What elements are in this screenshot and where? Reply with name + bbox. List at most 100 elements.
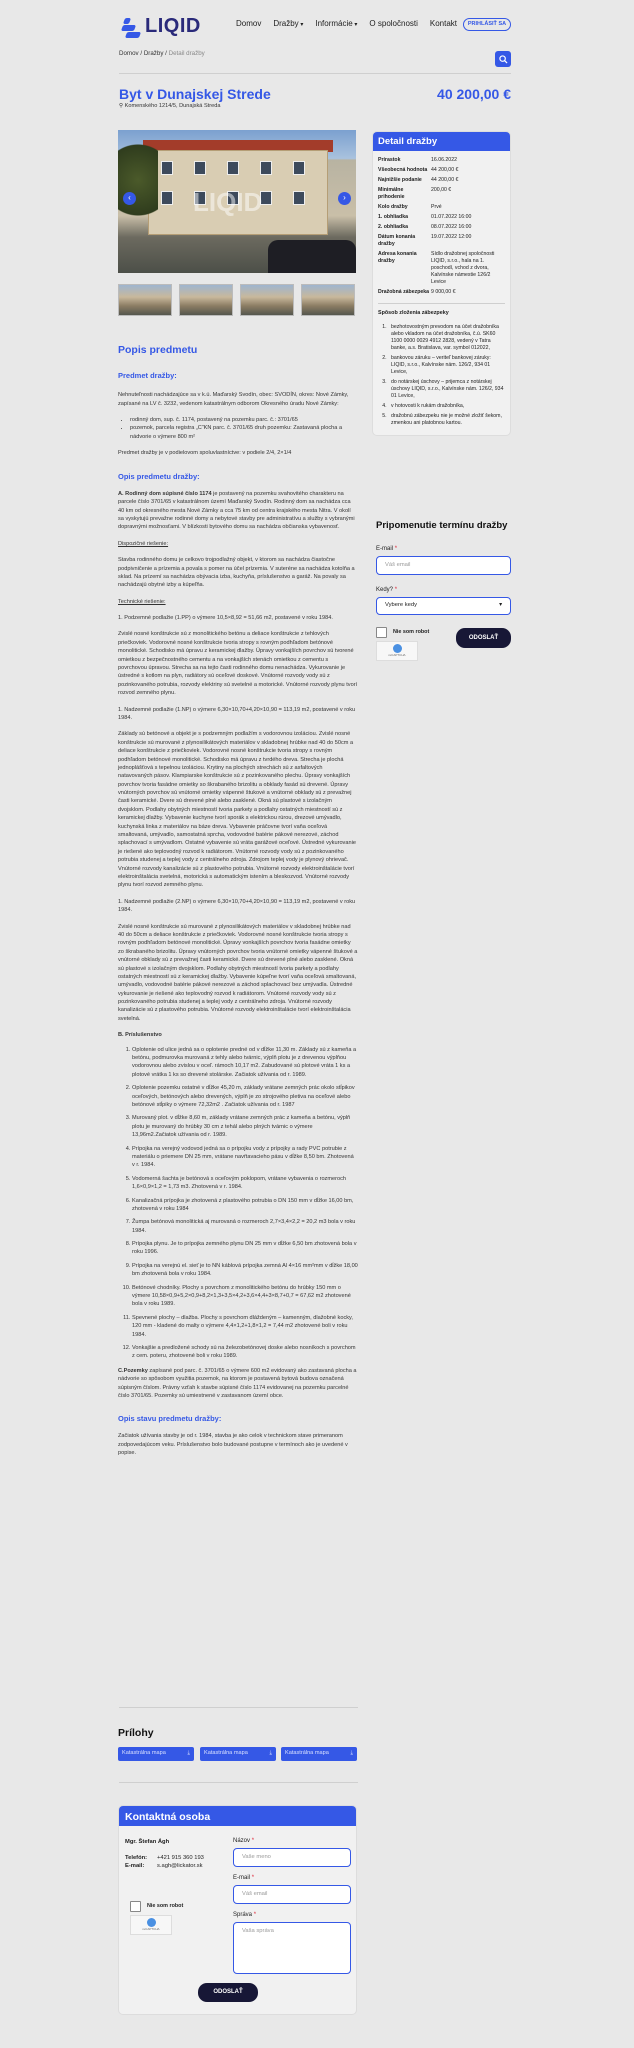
search-icon: [498, 54, 508, 64]
address-text: Komenského 1214/5, Dunajská Streda: [124, 103, 221, 109]
detail-value: 16.06.2022: [431, 156, 457, 163]
divider: [119, 1707, 358, 1708]
recaptcha-icon: [146, 1918, 156, 1928]
prev-photo-button[interactable]: ‹: [123, 192, 136, 205]
thumbnail[interactable]: [118, 284, 172, 316]
attachment-button[interactable]: Katastrálna mapa ⤓: [118, 1747, 194, 1761]
detail-row: Dražobná zábezpeka 9 000,00 €: [373, 287, 510, 297]
main-nav: Domov Dražby Informácie O spoločnosti Ko…: [236, 19, 457, 30]
paragraph: Zvislé nosné konštrukcie sú z monolitick…: [118, 631, 358, 697]
list-item: Prípojka na verejnú el. sieť je to NN ká…: [132, 1262, 358, 1279]
captcha-checkbox[interactable]: Nie som robot: [130, 1901, 188, 1912]
nav-item-informacie[interactable]: Informácie: [315, 19, 357, 30]
detail-key: Všeobecná hodnota: [378, 166, 428, 173]
price: 40 200,00 €: [437, 86, 511, 102]
page-title: Byt v Dunajskej Strede: [119, 86, 271, 102]
detail-value: 44 200,00 €: [431, 176, 459, 183]
logo-icon: [120, 16, 142, 38]
paragraph: Základy sú betónové a objekt je s podzem…: [118, 731, 356, 889]
contact-message-input[interactable]: Vaša správa: [233, 1922, 351, 1975]
paragraph: C.Pozemky zapísané pod parc. č. 3701/65 …: [118, 1367, 357, 1399]
attachment-button[interactable]: Katastrálna mapa ⤓: [200, 1747, 276, 1761]
captcha-checkbox[interactable]: Nie som robot: [376, 627, 434, 638]
paragraph: 1. Nadzemné podlažie (2.NP) o výmere 6,3…: [118, 898, 356, 914]
detail-row: Prírastok 16.06.2022: [373, 155, 510, 165]
description-section: Popis predmetu Predmet dražby: Nehnuteľn…: [118, 343, 358, 1458]
detail-row: Najnižšie podanie 44 200,00 €: [373, 175, 510, 185]
download-icon: ⤓: [187, 1750, 190, 1757]
contact-info: Mgr. Štefan Ágh Telefón: +421 915 360 193…: [125, 1839, 204, 1871]
divider: [119, 73, 511, 74]
login-button[interactable]: PRIHLÁSIŤ SA: [463, 18, 511, 31]
paragraph: Predmet dražby je v podielovom spoluvlas…: [118, 450, 292, 457]
list-item: Vonkajšie a predložené schody sú na žele…: [132, 1344, 358, 1361]
message-label: Správa *: [233, 1912, 257, 1919]
list-item: rodinný dom, sup. č. 1174, postavený na …: [130, 416, 358, 424]
nav-item-kontakt[interactable]: Kontakt: [430, 19, 457, 30]
list-item: Kanalizačná prípojka je zhotovená z plas…: [132, 1197, 358, 1214]
contact-email-input[interactable]: Váš email: [233, 1885, 351, 1905]
contact-card: Kontaktná osoba Mgr. Štefan Ágh Telefón:…: [118, 1805, 357, 2015]
divider: [119, 1782, 358, 1783]
logo[interactable]: LIQID: [120, 13, 201, 40]
reminder-email-input[interactable]: Váš email: [376, 555, 511, 575]
detail-value: Sídlo dražobnej spoločnosti LIQID, s.r.o…: [431, 250, 495, 285]
list-item: Prípojka na verejný vodovod jedná sa o p…: [132, 1145, 358, 1170]
payment-item: bezhotovostným prevodom na účet dražobní…: [388, 324, 505, 352]
address: ⚲ Komenského 1214/5, Dunajská Streda: [119, 103, 220, 111]
download-icon: ⤓: [350, 1750, 353, 1757]
panel-title: Detail dražby: [373, 132, 510, 151]
detail-key: Dátum konania dražby: [378, 233, 416, 247]
payment-item: v hotovosti k rukám dražobníka,: [388, 403, 505, 410]
when-select[interactable]: Vybere kedy ▾: [376, 597, 511, 615]
detail-row: Všeobecná hodnota 44 200,00 €: [373, 165, 510, 175]
detail-value: 08.07.2022 16:00: [431, 223, 472, 230]
thumbnail[interactable]: [301, 284, 355, 316]
attachment-button[interactable]: Katastrálna mapa ⤓: [281, 1747, 357, 1761]
paragraph: Začiatok užívania stavby je od r. 1984, …: [118, 1433, 348, 1457]
contact-email[interactable]: s.agh@lickator.sk: [157, 1863, 203, 1871]
nav-item-domov[interactable]: Domov: [236, 19, 261, 30]
search-button[interactable]: [495, 51, 511, 67]
paragraph: Zvislé nosné konštrukcie sú murované z p…: [118, 923, 358, 1022]
breadcrumb-auctions[interactable]: Dražby: [144, 50, 164, 57]
header: LIQID Domov Dražby Informácie O spoločno…: [0, 0, 634, 48]
email-label: E-mail *: [376, 545, 398, 552]
contact-submit-button[interactable]: ODOSLAŤ: [198, 1983, 258, 2002]
list-item: Oplotenie od ulice jedná sa o oplotenie …: [132, 1046, 358, 1080]
detail-key: Najnižšie podanie: [378, 176, 422, 183]
recaptcha-badge: reCAPTCHA: [130, 1915, 172, 1935]
contact-form: Názov * Vaše meno E-mail * Váš email Spr…: [233, 1837, 351, 1985]
detail-value: 01.07.2022 16:00: [431, 213, 472, 220]
next-photo-button[interactable]: ›: [338, 192, 351, 205]
main-photo[interactable]: LIQID ‹ ›: [118, 130, 356, 273]
breadcrumb-current: Detail dražby: [168, 50, 205, 57]
paragraph: 1. Nadzemné podlažie (1.NP) o výmere 6,3…: [118, 706, 356, 721]
thumbnail[interactable]: [240, 284, 294, 316]
contact-name: Mgr. Štefan Ágh: [125, 1839, 170, 1845]
download-icon: ⤓: [269, 1750, 272, 1757]
detail-key: Dražobná zábezpeka: [378, 288, 430, 295]
contact-phone[interactable]: +421 915 360 193: [157, 1855, 204, 1863]
detail-value: 9 000,00 €: [431, 288, 456, 295]
contact-name-input[interactable]: Vaše meno: [233, 1848, 351, 1868]
nav-item-o-spolocnosti[interactable]: O spoločnosti: [369, 19, 417, 30]
thumbnail[interactable]: [179, 284, 233, 316]
breadcrumb-home[interactable]: Domov: [119, 50, 139, 57]
reminder-submit-button[interactable]: ODOSLAŤ: [456, 628, 511, 648]
detail-row: 2. obhliadka 08.07.2022 16:00: [373, 222, 510, 232]
recaptcha-badge: reCAPTCHA: [376, 641, 418, 661]
paragraph: 1. Podzemné podlažie (1.PP) o výmere 10,…: [118, 615, 333, 622]
email-label: E-mail *: [233, 1875, 255, 1882]
list-item: Prípojka plynu. Je to prípojka zemného p…: [132, 1240, 358, 1257]
list-item: Spevnené plochy – dlažba. Plochy s povrc…: [132, 1314, 358, 1339]
detail-key: 1. obhliadka: [378, 213, 408, 220]
captcha: Nie som robot reCAPTCHA: [376, 627, 434, 677]
accessories-list: Oplotenie od ulice jedná sa o oplotenie …: [118, 1046, 358, 1361]
subsection-heading: Predmet dražby:: [118, 371, 177, 381]
breadcrumb: Domov / Dražby / Detail dražby: [119, 50, 205, 58]
reminder-title: Pripomenutie termínu dražby: [376, 520, 508, 531]
chevron-down-icon: ▾: [499, 602, 502, 609]
chevron-left-icon: ‹: [128, 193, 131, 203]
nav-item-drazby[interactable]: Dražby: [273, 19, 303, 30]
